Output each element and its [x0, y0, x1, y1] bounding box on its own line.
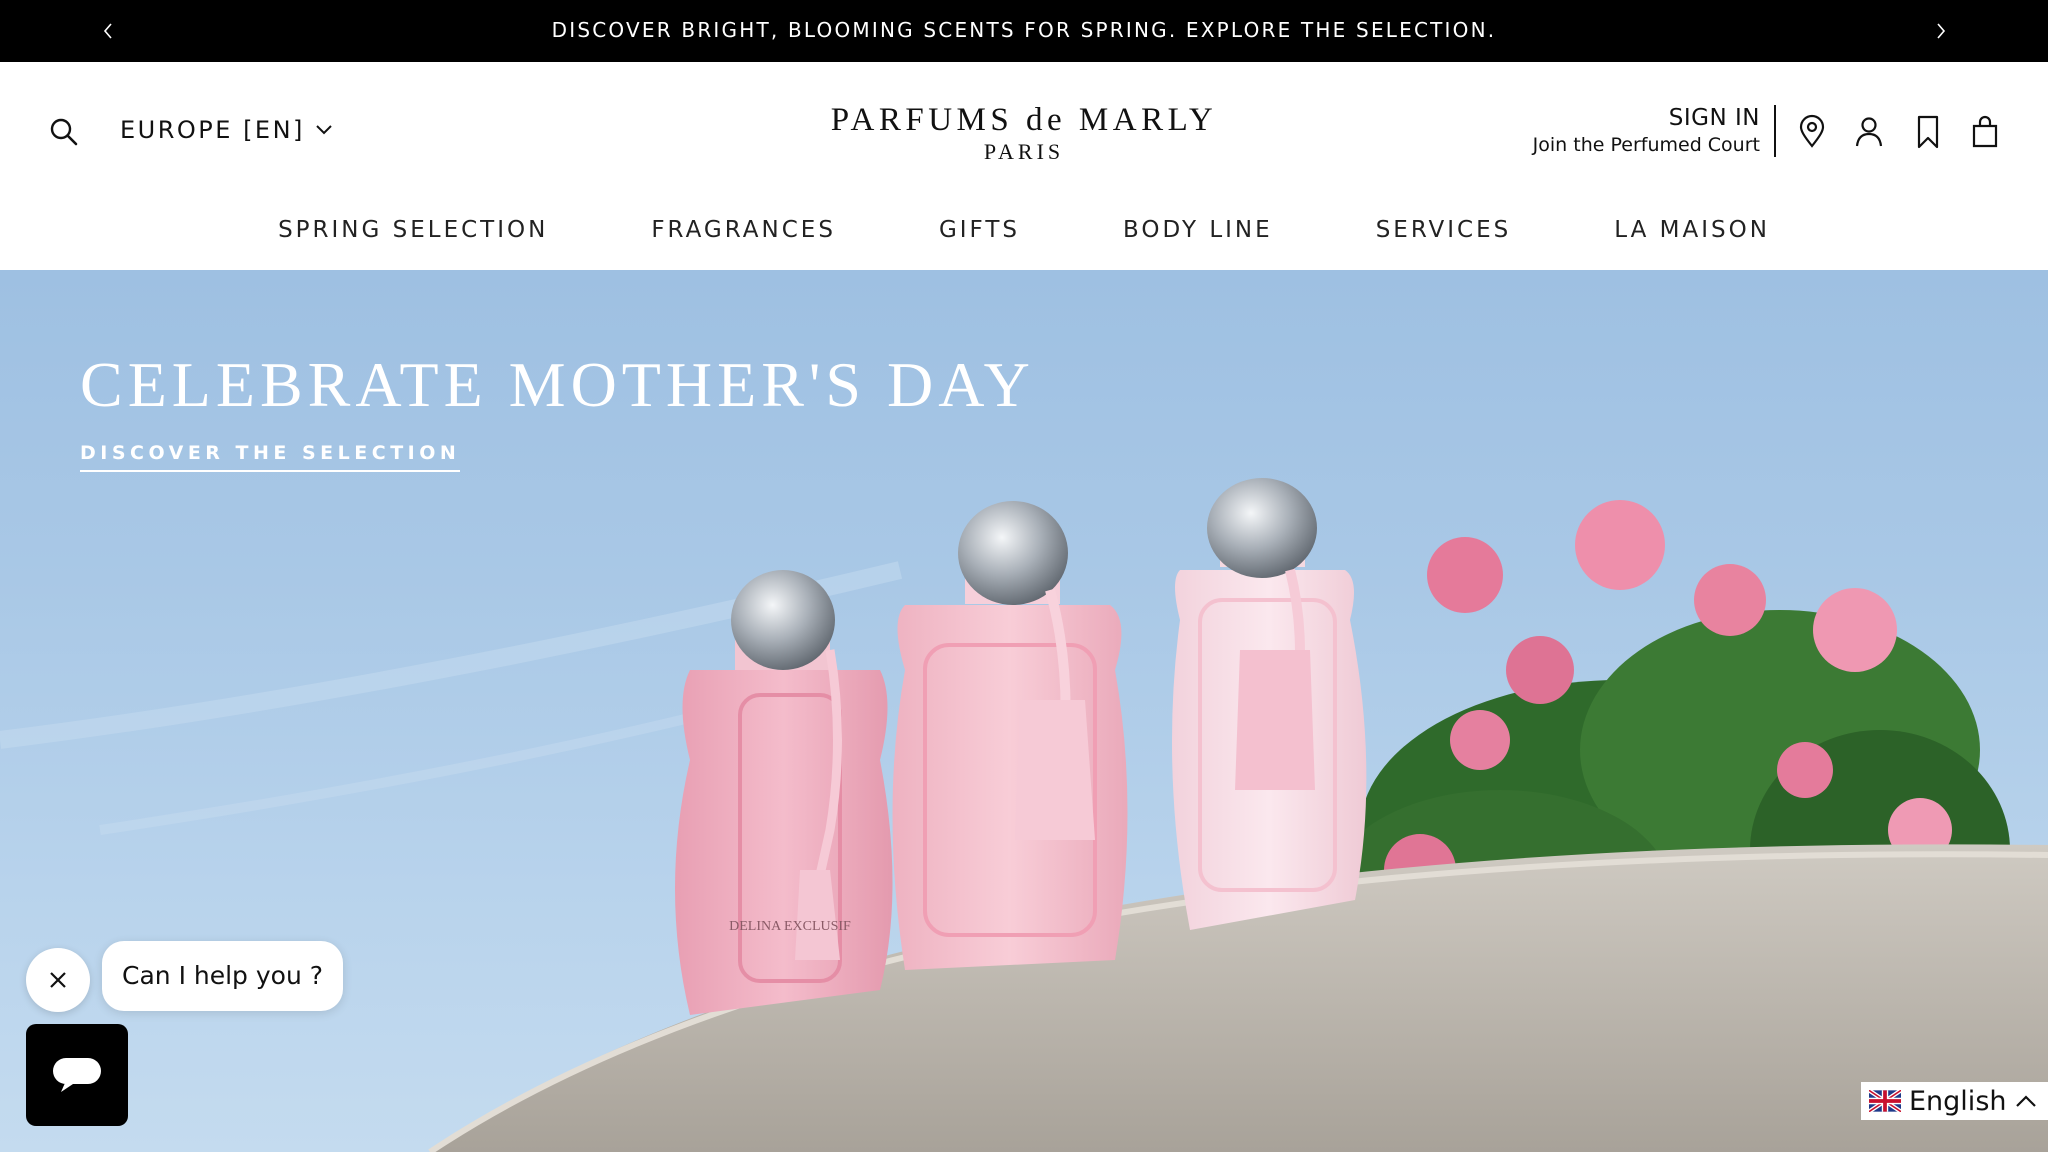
hero-title: CELEBRATE MOTHER'S DAY [80, 349, 1035, 420]
uk-flag-icon [1869, 1090, 1901, 1112]
bottle-middle [892, 501, 1128, 970]
shopping-bag-icon[interactable] [1968, 114, 2002, 150]
hero-banner[interactable]: DELINA EXCLUSIF CELEBRATE MOTHER'S DAY D… [0, 270, 2048, 1152]
sign-in-label: SIGN IN [1668, 105, 1760, 131]
brand-logo[interactable]: PARFUMS de MARLY PARIS [780, 100, 1268, 164]
bookmark-icon[interactable] [1911, 114, 1945, 150]
search-icon[interactable] [48, 116, 80, 148]
logo-city: PARIS [983, 139, 1065, 164]
location-pin-icon[interactable] [1795, 114, 1829, 150]
nav-item-fragrances[interactable]: FRAGRANCES [651, 202, 836, 258]
discover-selection-link[interactable]: DISCOVER THE SELECTION [80, 442, 461, 472]
bottle-right [1172, 478, 1367, 930]
chat-close-button[interactable] [26, 948, 90, 1012]
chevron-right-icon[interactable] [1927, 17, 1955, 45]
nav-item-spring-selection[interactable]: SPRING SELECTION [278, 202, 548, 258]
site-header: EUROPE [EN] PARFUMS de MARLY PARIS SIGN … [0, 62, 2048, 270]
main-navigation: SPRING SELECTION FRAGRANCES GIFTS BODY L… [0, 202, 2048, 258]
chat-icon [53, 1058, 101, 1092]
logo-wordmark: PARFUMS de MARLY [830, 102, 1218, 138]
bottle-left: DELINA EXCLUSIF [675, 570, 893, 1015]
nav-item-gifts[interactable]: GIFTS [939, 202, 1020, 258]
language-selector[interactable]: English [1861, 1082, 2048, 1120]
announcement-bar: DISCOVER BRIGHT, BLOOMING SCENTS FOR SPR… [0, 0, 2048, 62]
nav-item-services[interactable]: SERVICES [1376, 202, 1512, 258]
svg-text:DELINA EXCLUSIF: DELINA EXCLUSIF [729, 919, 851, 934]
nav-item-la-maison[interactable]: LA MAISON [1614, 202, 1770, 258]
chevron-down-icon [316, 125, 332, 135]
nav-item-body-line[interactable]: BODY LINE [1123, 202, 1273, 258]
close-icon [50, 972, 66, 988]
region-selector[interactable]: EUROPE [EN] [120, 112, 333, 148]
region-label: EUROPE [EN] [120, 116, 305, 144]
chat-prompt-bubble[interactable]: Can I help you ? [102, 941, 344, 1011]
chevron-up-icon [2015, 1095, 2036, 1107]
account-icon[interactable] [1852, 114, 1886, 150]
announcement-message[interactable]: DISCOVER BRIGHT, BLOOMING SCENTS FOR SPR… [0, 0, 2048, 62]
divider [1774, 105, 1776, 157]
sign-in-link[interactable]: SIGN IN Join the Perfumed Court [1500, 104, 1760, 158]
language-label: English [1909, 1085, 2007, 1117]
chat-launcher-button[interactable] [26, 1024, 128, 1126]
join-court-label: Join the Perfumed Court [1532, 134, 1760, 156]
